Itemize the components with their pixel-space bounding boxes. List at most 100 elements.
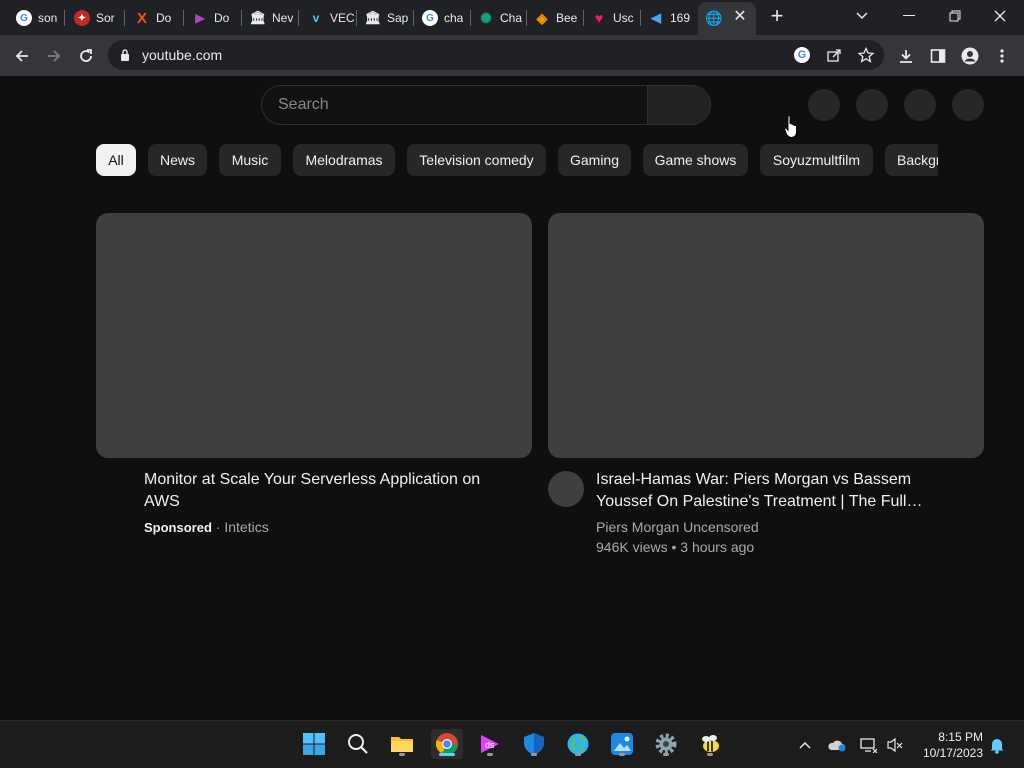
- forward-button[interactable]: [41, 43, 67, 69]
- video-title[interactable]: Monitor at Scale Your Serverless Applica…: [144, 469, 504, 513]
- chip-game-shows[interactable]: Game shows: [643, 144, 748, 176]
- tab-label: cha: [444, 11, 464, 25]
- channel-name[interactable]: Intetics: [224, 519, 268, 535]
- share-icon[interactable]: [824, 45, 844, 65]
- google-icon: G: [16, 10, 32, 26]
- clock-date: 10/17/2023: [922, 746, 983, 760]
- system-clock[interactable]: 8:15 PM 10/17/2023: [915, 729, 983, 761]
- defender-button[interactable]: [519, 729, 549, 759]
- minimize-button[interactable]: [895, 4, 923, 28]
- tab-label: Do: [156, 11, 172, 25]
- tab-label: Bee: [556, 11, 578, 25]
- browser-toolbar: youtube.com G: [0, 35, 1024, 76]
- video-title-line: Monitor at Scale Your Serverless Applica…: [144, 471, 481, 488]
- profile-icon[interactable]: [957, 43, 983, 69]
- tab-label: Usc: [613, 11, 634, 25]
- header-icon-placeholder[interactable]: [808, 89, 840, 121]
- sort-icon: ✦: [74, 10, 90, 26]
- settings-button[interactable]: [651, 729, 681, 759]
- chatgpt-icon: ✺: [480, 9, 492, 26]
- globe-icon: 🌐: [705, 10, 723, 26]
- close-tab-icon[interactable]: ✕: [733, 8, 747, 26]
- header-icon-placeholder[interactable]: [904, 89, 936, 121]
- search-placeholder: Search: [278, 96, 329, 113]
- volume-muted-icon[interactable]: [885, 735, 905, 755]
- tab-x[interactable]: X Do: [126, 5, 182, 31]
- tab-usc[interactable]: ♥ Usc: [583, 5, 639, 31]
- tab-bee[interactable]: ◈ Bee: [526, 5, 582, 31]
- tab-google-search[interactable]: G son: [8, 5, 60, 31]
- reload-button[interactable]: [73, 43, 99, 69]
- video-thumbnail[interactable]: [548, 213, 984, 458]
- search-icon: [348, 734, 368, 754]
- video-thumbnail[interactable]: [96, 213, 532, 458]
- onedrive-icon[interactable]: [827, 735, 847, 755]
- tab-play[interactable]: ▶ Do: [184, 5, 240, 31]
- close-window-button[interactable]: [986, 4, 1014, 28]
- chip-background[interactable]: Background: [885, 144, 938, 176]
- restore-button[interactable]: [941, 4, 969, 28]
- chip-music[interactable]: Music: [219, 144, 281, 176]
- hand-cursor-icon: [784, 115, 797, 138]
- video-title-line: AWS: [144, 493, 180, 510]
- tab-chatgpt[interactable]: ✺ Cha: [470, 5, 526, 31]
- chip-gaming[interactable]: Gaming: [558, 144, 631, 176]
- play-app-icon: ds: [481, 735, 499, 753]
- video-meta: Sponsored · Intetics: [144, 519, 269, 535]
- address-bar[interactable]: youtube.com G: [108, 40, 884, 70]
- url-text: youtube.com: [142, 47, 223, 63]
- bank-icon: 🏛: [249, 10, 267, 25]
- fish-icon: ◀: [651, 10, 661, 25]
- tray-chevron-up-icon[interactable]: [795, 735, 815, 755]
- chip-news[interactable]: News: [148, 144, 207, 176]
- tab-169[interactable]: ◀ 169: [640, 5, 696, 31]
- tab-label: Nev: [272, 11, 294, 25]
- chrome-menu-icon[interactable]: [989, 43, 1015, 69]
- tab-vec[interactable]: v VEC: [300, 5, 356, 31]
- channel-avatar[interactable]: [548, 471, 584, 507]
- tab-label: 169: [670, 11, 691, 25]
- side-panel-icon[interactable]: [925, 43, 951, 69]
- chip-television-comedy[interactable]: Television comedy: [407, 144, 546, 176]
- download-icon[interactable]: [893, 43, 919, 69]
- globe-app-button[interactable]: [563, 729, 593, 759]
- diamond-icon: ◈: [536, 9, 548, 26]
- tab-bank-2[interactable]: 🏛 Sap: [357, 5, 413, 31]
- google-lens-icon[interactable]: G: [792, 45, 812, 65]
- video-stats: 946K views • 3 hours ago: [596, 539, 755, 555]
- chip-soyuzmultfilm[interactable]: Soyuzmultfilm: [760, 144, 873, 176]
- tab-search-chevron-icon[interactable]: [848, 4, 876, 28]
- video-title[interactable]: Israel-Hamas War: Piers Morgan vs Bassem…: [596, 469, 936, 513]
- start-button[interactable]: [299, 729, 329, 759]
- tab-google-chat[interactable]: G cha: [414, 5, 470, 31]
- tab-strip: G son ✦ Sor X Do ▶ Do 🏛 Nev v VEC 🏛 Sap …: [0, 0, 1024, 35]
- notification-bell-icon[interactable]: [987, 735, 1007, 755]
- tab-label: Sap: [387, 11, 409, 25]
- tab-sort[interactable]: ✦ Sor: [66, 5, 122, 31]
- network-icon[interactable]: [859, 735, 879, 755]
- search-input[interactable]: Search: [261, 85, 648, 125]
- tab-label: son: [38, 11, 58, 25]
- chip-all[interactable]: All: [96, 144, 136, 176]
- tab-youtube-active[interactable]: 🌐: [698, 2, 756, 35]
- search-button[interactable]: [647, 85, 711, 125]
- chip-melodramas[interactable]: Melodramas: [293, 144, 395, 176]
- bookmark-star-icon[interactable]: [856, 45, 876, 65]
- channel-name[interactable]: Piers Morgan Uncensored: [596, 519, 759, 535]
- chrome-button[interactable]: [431, 729, 463, 759]
- new-tab-button[interactable]: +: [766, 5, 788, 29]
- windows-logo-icon: [303, 733, 325, 755]
- search-button[interactable]: [343, 729, 373, 759]
- tab-bank-1[interactable]: 🏛 Nev: [242, 5, 298, 31]
- v-icon: v: [312, 11, 320, 25]
- media-app-button[interactable]: ds: [475, 729, 505, 759]
- play-icon: ▶: [195, 11, 205, 25]
- avatar-placeholder[interactable]: [952, 89, 984, 121]
- google-icon: G: [422, 10, 438, 26]
- photos-app-button[interactable]: [607, 729, 637, 759]
- tab-label: Do: [214, 11, 230, 25]
- file-explorer-button[interactable]: [387, 729, 417, 759]
- header-icon-placeholder[interactable]: [856, 89, 888, 121]
- back-button[interactable]: [9, 43, 35, 69]
- bee-app-button[interactable]: [695, 729, 725, 759]
